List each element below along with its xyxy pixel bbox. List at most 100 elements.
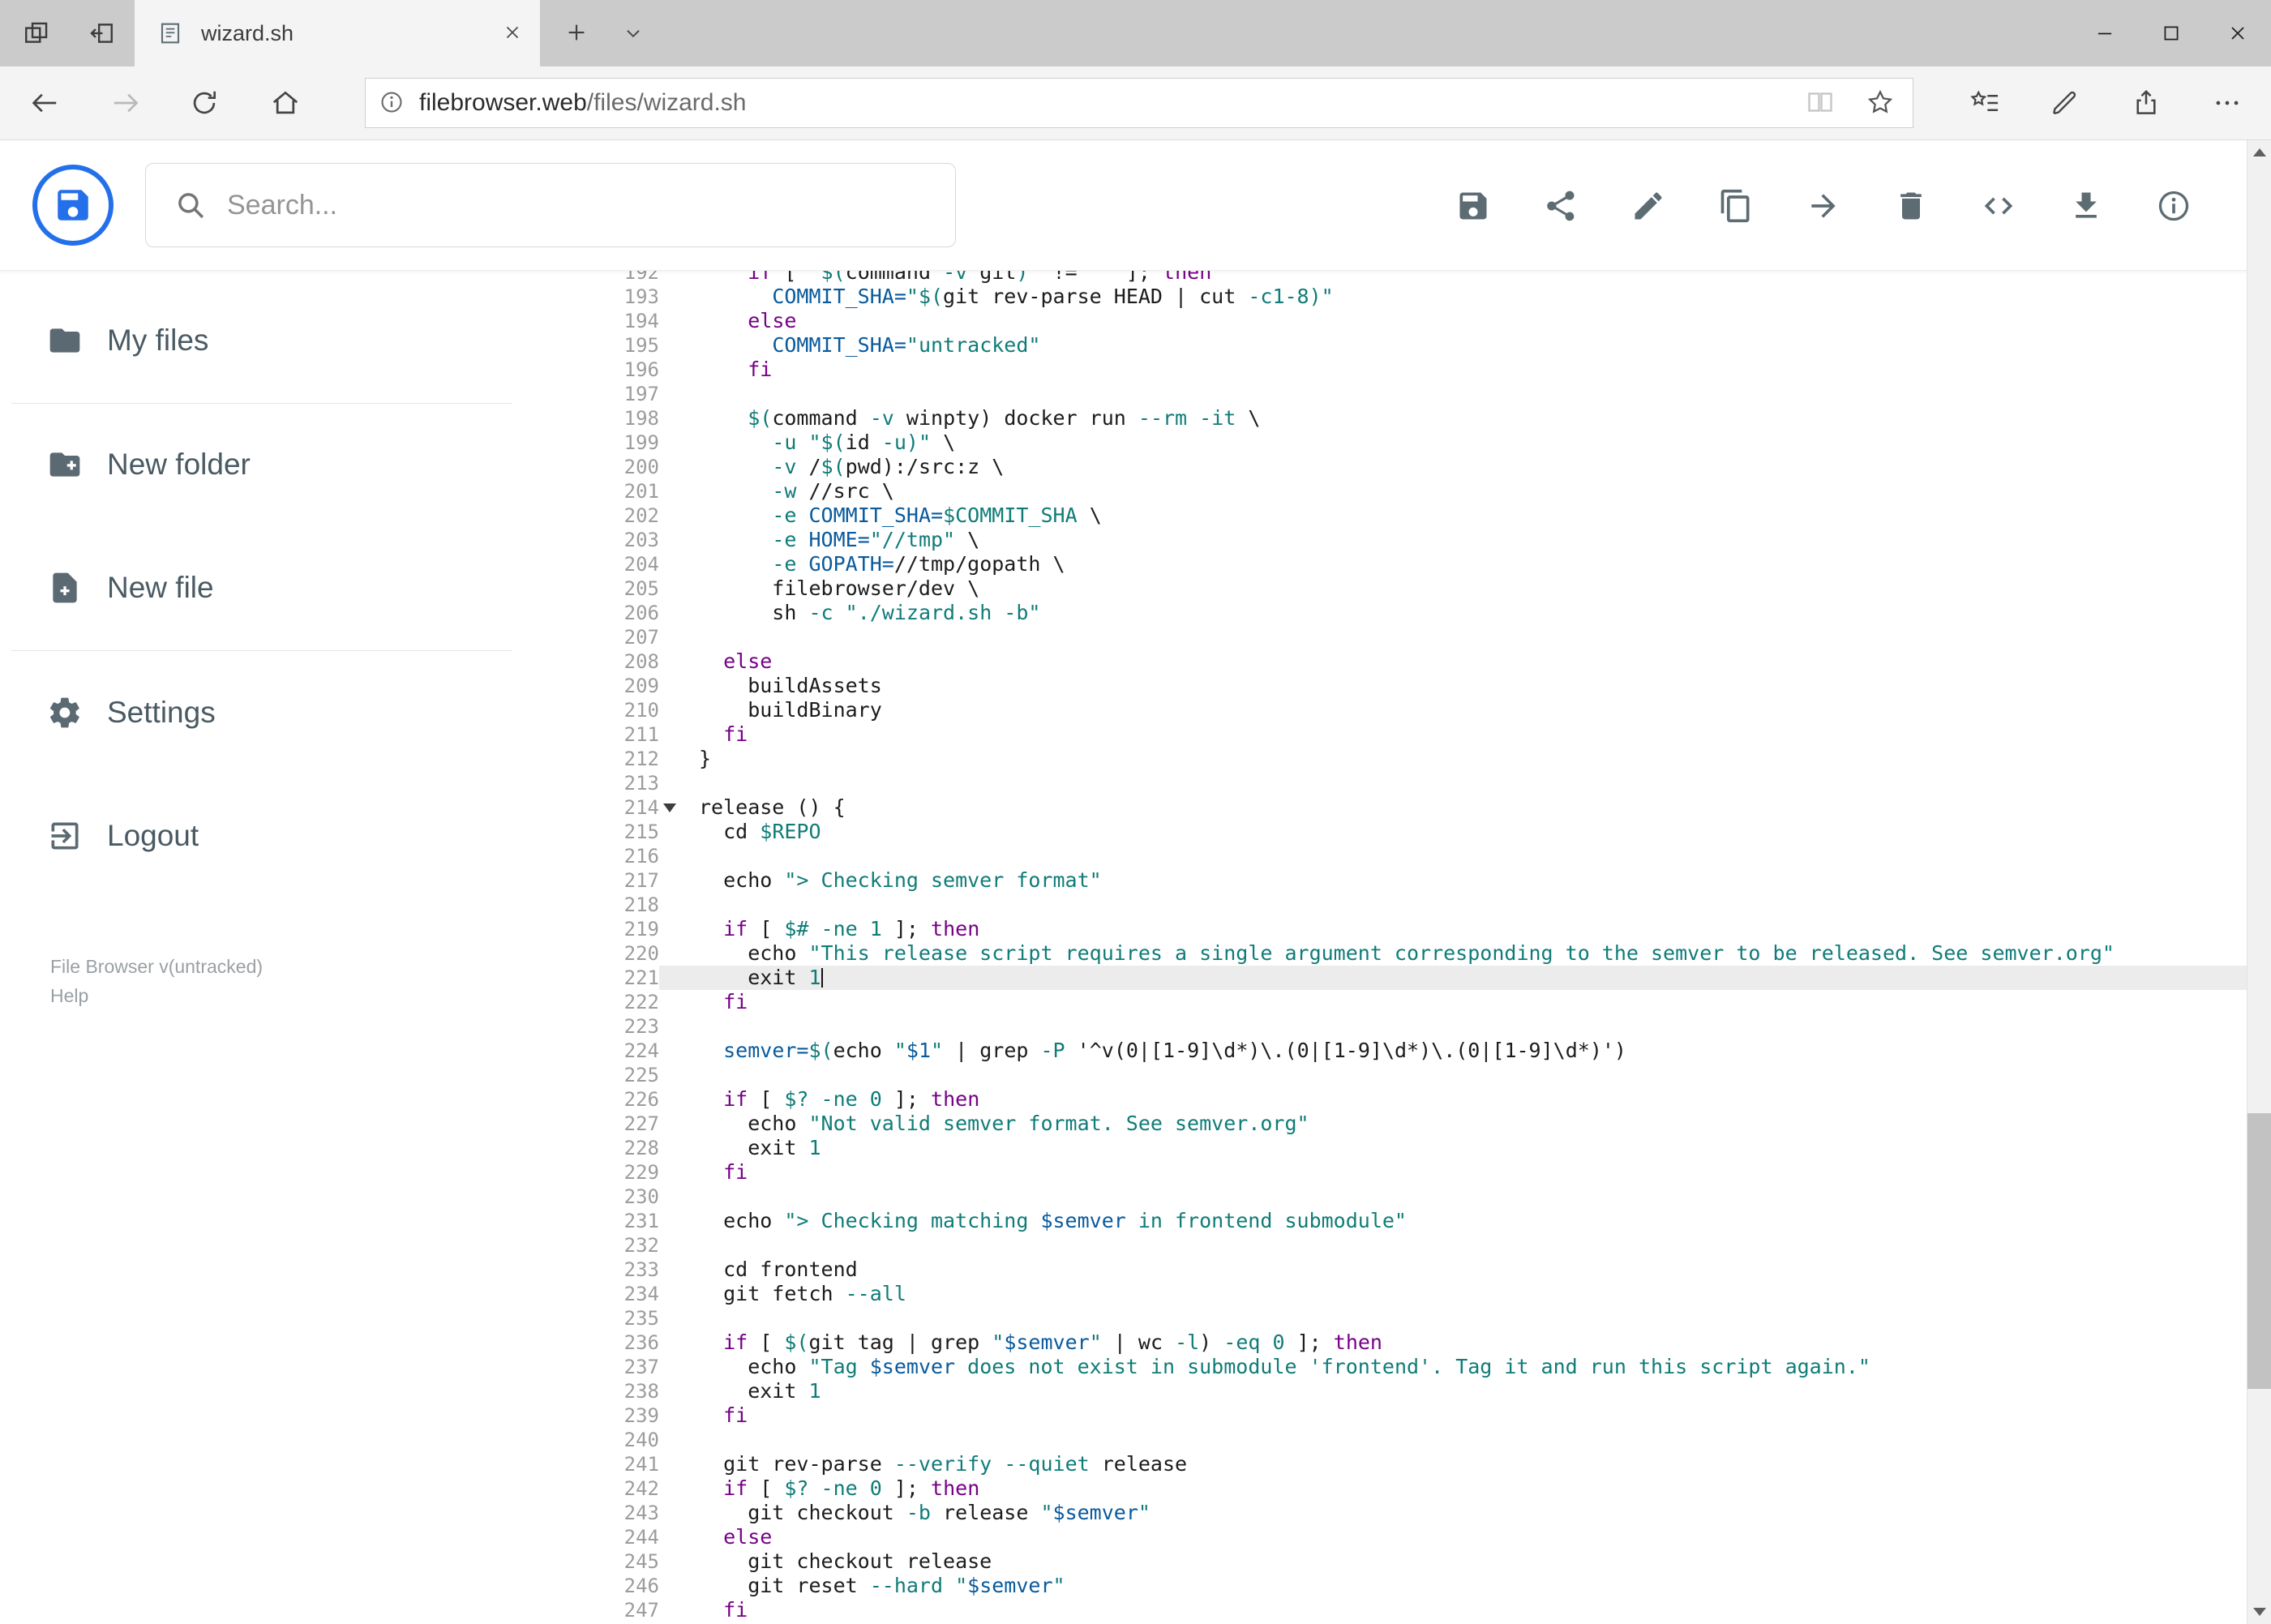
code-line[interactable]: 241 git rev-parse --verify --quiet relea… (523, 1452, 2247, 1476)
copy-button[interactable] (1718, 188, 1754, 224)
code-line-text[interactable]: } (699, 747, 2247, 771)
code-line-text[interactable]: -w //src \ (699, 479, 2247, 503)
code-line[interactable]: 208 else (523, 649, 2247, 674)
code-editor[interactable]: 192 if [ "$(command -v git)" != "" ]; th… (523, 271, 2247, 1624)
code-line[interactable]: 234 git fetch --all (523, 1282, 2247, 1306)
code-line[interactable]: 224 semver=$(echo "$1" | grep -P '^v(0|[… (523, 1039, 2247, 1063)
share-button[interactable] (1543, 188, 1579, 224)
code-line[interactable]: 247 fi (523, 1598, 2247, 1622)
sidebar-item-new-folder[interactable]: New folder (0, 416, 523, 513)
code-line-text[interactable]: cd frontend (699, 1258, 2247, 1282)
reading-view-icon[interactable] (1802, 85, 1838, 121)
code-line-text[interactable]: if [ $(git tag | grep "$semver" | wc -l)… (699, 1330, 2247, 1355)
search-box[interactable] (145, 163, 956, 247)
code-line-text[interactable]: fi (699, 1598, 2247, 1622)
code-line[interactable]: 210 buildBinary (523, 698, 2247, 722)
code-line[interactable]: 209 buildAssets (523, 674, 2247, 698)
code-line[interactable]: 203 -e HOME="//tmp" \ (523, 528, 2247, 552)
web-note-pen-icon[interactable] (2041, 78, 2089, 128)
code-line-text[interactable]: exit 1 (699, 1379, 2247, 1403)
code-line[interactable]: 227 echo "Not valid semver format. See s… (523, 1112, 2247, 1136)
code-line-text[interactable] (699, 893, 2247, 917)
code-line-text[interactable] (699, 1185, 2247, 1209)
sidebar-item-my-files[interactable]: My files (0, 292, 523, 389)
code-line[interactable]: 230 (523, 1185, 2247, 1209)
tab-list-chevron-icon[interactable] (615, 18, 652, 50)
code-line[interactable]: 225 (523, 1063, 2247, 1087)
hub-icon[interactable] (1961, 78, 2010, 128)
code-line-text[interactable]: fi (699, 358, 2247, 382)
code-line[interactable]: 229 fi (523, 1160, 2247, 1185)
code-line[interactable]: 216 (523, 844, 2247, 868)
favorite-star-icon[interactable] (1862, 85, 1898, 121)
code-line[interactable]: 238 exit 1 (523, 1379, 2247, 1403)
move-button[interactable] (1806, 188, 1841, 224)
code-line[interactable]: 244 else (523, 1525, 2247, 1549)
delete-button[interactable] (1893, 188, 1929, 224)
code-line-text[interactable]: -v /$(pwd):/src:z \ (699, 455, 2247, 479)
code-line[interactable]: 243 git checkout -b release "$semver" (523, 1501, 2247, 1525)
code-line-text[interactable]: exit 1 (699, 966, 2247, 990)
code-line-text[interactable]: git reset --hard "$semver" (699, 1574, 2247, 1598)
code-line[interactable]: 207 (523, 625, 2247, 649)
code-line[interactable]: 228 exit 1 (523, 1136, 2247, 1160)
code-line-text[interactable] (699, 1306, 2247, 1330)
set-tabs-aside-icon[interactable] (82, 16, 121, 52)
code-line[interactable]: 237 echo "Tag $semver does not exist in … (523, 1355, 2247, 1379)
code-line[interactable]: 232 (523, 1233, 2247, 1258)
maximize-button[interactable] (2138, 0, 2205, 66)
more-options-icon[interactable] (2203, 78, 2252, 128)
fold-arrow-icon[interactable] (663, 803, 676, 812)
back-icon[interactable] (20, 78, 69, 128)
browser-share-icon[interactable] (2122, 78, 2170, 128)
save-button[interactable] (1455, 188, 1491, 224)
code-line-text[interactable]: if [ $? -ne 0 ]; then (699, 1476, 2247, 1501)
scroll-down-arrow[interactable] (2247, 1600, 2271, 1624)
code-line[interactable]: 223 (523, 1014, 2247, 1039)
code-line-text[interactable]: echo "> Checking semver format" (699, 868, 2247, 893)
code-line[interactable]: 239 fi (523, 1403, 2247, 1428)
code-line-text[interactable]: if [ "$(command -v git)" != "" ]; then (699, 271, 2247, 285)
search-input[interactable] (225, 188, 939, 222)
code-line-text[interactable]: fi (699, 722, 2247, 747)
code-line[interactable]: 236 if [ $(git tag | grep "$semver" | wc… (523, 1330, 2247, 1355)
code-line[interactable]: 193 COMMIT_SHA="$(git rev-parse HEAD | c… (523, 285, 2247, 309)
code-line-text[interactable]: COMMIT_SHA="$(git rev-parse HEAD | cut -… (699, 285, 2247, 309)
code-line[interactable]: 198 $(command -v winpty) docker run --rm… (523, 406, 2247, 431)
code-line-text[interactable]: echo "> Checking matching $semver in fro… (699, 1209, 2247, 1233)
code-line[interactable]: 213 (523, 771, 2247, 795)
code-line-text[interactable]: exit 1 (699, 1136, 2247, 1160)
code-line-text[interactable]: -e COMMIT_SHA=$COMMIT_SHA \ (699, 503, 2247, 528)
tab-close-icon[interactable] (495, 15, 530, 51)
code-line-text[interactable]: if [ $? -ne 0 ]; then (699, 1087, 2247, 1112)
scroll-up-arrow[interactable] (2247, 140, 2271, 165)
code-line[interactable]: 219 if [ $# -ne 1 ]; then (523, 917, 2247, 941)
code-line[interactable]: 231 echo "> Checking matching $semver in… (523, 1209, 2247, 1233)
code-line-text[interactable] (699, 1233, 2247, 1258)
code-line[interactable]: 215 cd $REPO (523, 820, 2247, 844)
minimize-button[interactable] (2072, 0, 2138, 66)
code-line-text[interactable]: semver=$(echo "$1" | grep -P '^v(0|[1-9]… (699, 1039, 2247, 1063)
code-line[interactable]: 212} (523, 747, 2247, 771)
code-line-text[interactable]: COMMIT_SHA="untracked" (699, 333, 2247, 358)
download-button[interactable] (2068, 188, 2104, 224)
code-line-text[interactable]: git checkout release (699, 1549, 2247, 1574)
code-line[interactable]: 246 git reset --hard "$semver" (523, 1574, 2247, 1598)
scrollbar-thumb[interactable] (2247, 1113, 2271, 1389)
code-line[interactable]: 218 (523, 893, 2247, 917)
new-tab-button[interactable] (556, 15, 597, 52)
code-line-text[interactable]: echo "This release script requires a sin… (699, 941, 2247, 966)
code-line-text[interactable]: release () { (699, 795, 2247, 820)
code-line-text[interactable] (699, 1428, 2247, 1452)
code-line[interactable]: 233 cd frontend (523, 1258, 2247, 1282)
code-line[interactable]: 221 exit 1 (523, 966, 2247, 990)
site-info-icon[interactable] (379, 89, 406, 117)
code-line[interactable]: 200 -v /$(pwd):/src:z \ (523, 455, 2247, 479)
code-line-text[interactable]: filebrowser/dev \ (699, 576, 2247, 601)
sidebar-item-logout[interactable]: Logout (0, 787, 523, 885)
code-line[interactable]: 206 sh -c "./wizard.sh -b" (523, 601, 2247, 625)
address-bar[interactable]: filebrowser.web/files/wizard.sh (365, 78, 1913, 128)
code-line-text[interactable]: else (699, 1525, 2247, 1549)
help-link[interactable]: Help (50, 981, 263, 1010)
code-line-text[interactable] (699, 1063, 2247, 1087)
